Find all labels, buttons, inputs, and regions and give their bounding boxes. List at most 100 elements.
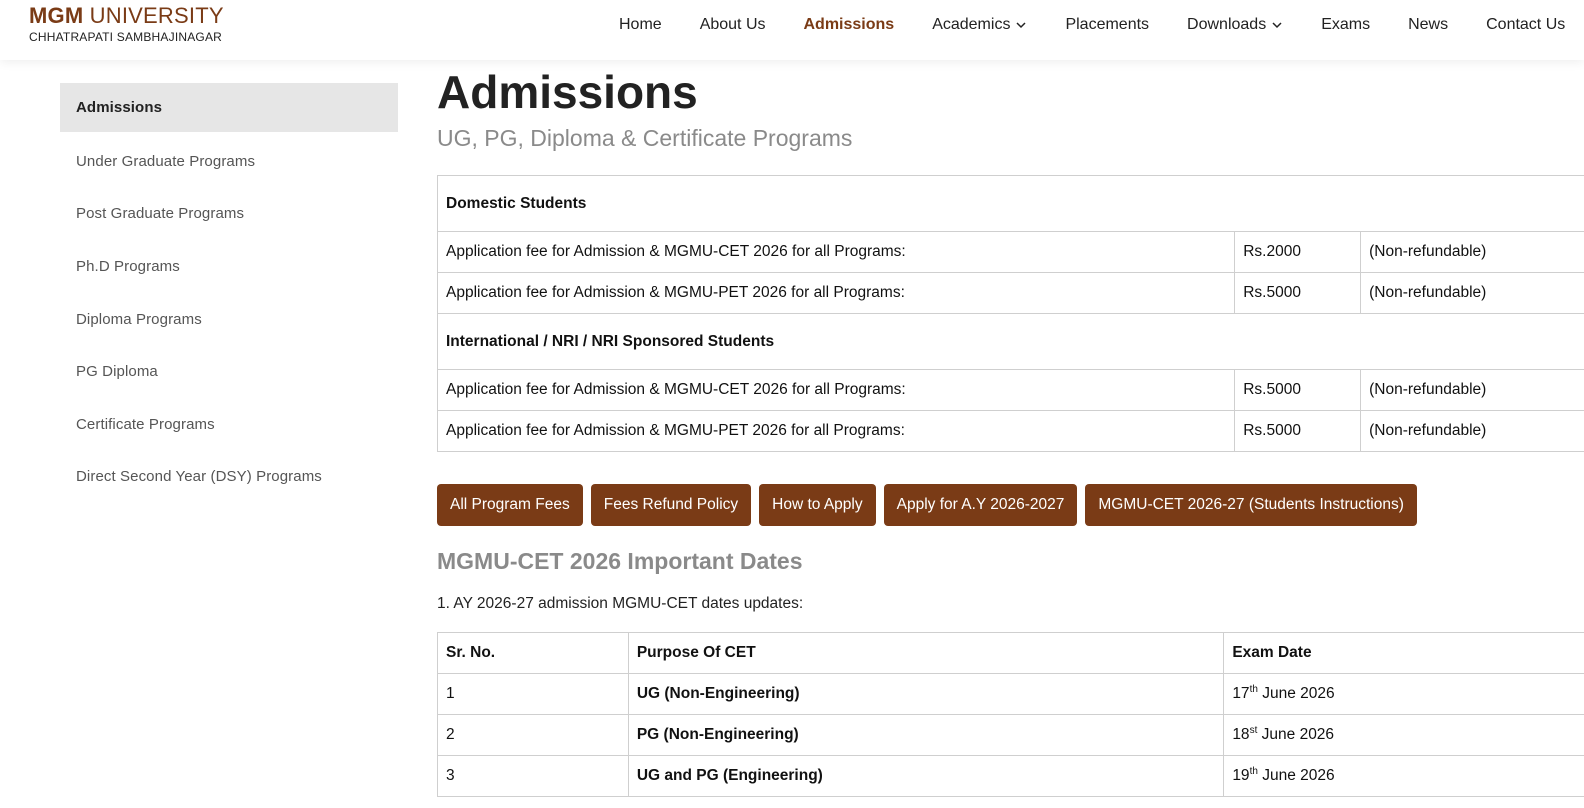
sidebar-item-label: Post Graduate Programs	[76, 205, 244, 222]
fee-label: Application fee for Admission & MGMU-PET…	[438, 411, 1235, 452]
nav-exams[interactable]: Exams	[1321, 16, 1370, 34]
fee-table: Domestic Students Application fee for Ad…	[437, 175, 1584, 452]
page-title: Admissions	[437, 64, 1584, 120]
day-suffix: th	[1250, 766, 1258, 777]
exam-month-year: June 2026	[1258, 685, 1335, 702]
fees-refund-policy-button[interactable]: Fees Refund Policy	[591, 484, 751, 526]
cet-dates-table: Sr. No. Purpose Of CET Exam Date 1 UG (N…	[437, 632, 1584, 797]
purpose: UG and PG (Engineering)	[628, 756, 1223, 797]
exam-day: 19	[1232, 767, 1249, 784]
nav-home[interactable]: Home	[619, 16, 662, 34]
action-buttons: All Program Fees Fees Refund Policy How …	[437, 484, 1584, 526]
nav-academics[interactable]: Academics	[932, 16, 1027, 34]
sidebar-item-label: PG Diploma	[76, 363, 158, 380]
purpose: PG (Non-Engineering)	[628, 715, 1223, 756]
exam-date: 18st June 2026	[1224, 715, 1584, 756]
nav-about-us-label: About Us	[700, 16, 766, 34]
sidebar-item-certificate[interactable]: Certificate Programs	[60, 398, 398, 451]
fee-section-heading: Domestic Students	[438, 176, 1584, 232]
table-row: 3 UG and PG (Engineering) 19th June 2026	[438, 756, 1584, 797]
chevron-down-icon	[1015, 19, 1027, 31]
header-purpose: Purpose Of CET	[628, 633, 1223, 674]
logo-rest: UNIVERSITY	[83, 3, 223, 28]
fee-note: (Non-refundable)	[1361, 232, 1584, 273]
nav-exams-label: Exams	[1321, 16, 1370, 34]
table-row: 1 UG (Non-Engineering) 17th June 2026	[438, 674, 1584, 715]
exam-day: 18	[1232, 726, 1249, 743]
nav-news-label: News	[1408, 16, 1448, 34]
apply-button[interactable]: Apply for A.Y 2026-2027	[884, 484, 1078, 526]
page-subtitle: UG, PG, Diploma & Certificate Programs	[437, 123, 1584, 153]
sidebar-item-label: Direct Second Year (DSY) Programs	[76, 468, 322, 485]
sr-no: 3	[438, 756, 629, 797]
how-to-apply-button[interactable]: How to Apply	[759, 484, 875, 526]
international-heading: International / NRI / NRI Sponsored Stud…	[438, 314, 1584, 370]
sidebar-item-dsy[interactable]: Direct Second Year (DSY) Programs	[60, 451, 398, 504]
fee-label: Application fee for Admission & MGMU-PET…	[438, 273, 1235, 314]
exam-month-year: June 2026	[1257, 726, 1334, 743]
fee-note: (Non-refundable)	[1361, 411, 1584, 452]
logo-bold: MGM	[29, 3, 83, 28]
purpose: UG (Non-Engineering)	[628, 674, 1223, 715]
domestic-heading: Domestic Students	[438, 176, 1584, 232]
nav-contact-us-label: Contact Us	[1486, 16, 1565, 34]
all-program-fees-button[interactable]: All Program Fees	[437, 484, 583, 526]
header-exam-date: Exam Date	[1224, 633, 1584, 674]
fee-amount: Rs.5000	[1235, 370, 1361, 411]
page: MGM UNIVERSITY CHHATRAPATI SAMBHAJINAGAR…	[0, 0, 1584, 808]
nav-home-label: Home	[619, 16, 662, 34]
fee-label: Application fee for Admission & MGMU-CET…	[438, 232, 1235, 273]
sr-no: 2	[438, 715, 629, 756]
logo-title: MGM UNIVERSITY	[29, 4, 224, 28]
cet-instructions-button[interactable]: MGMU-CET 2026-27 (Students Instructions)	[1085, 484, 1417, 526]
nav-academics-label: Academics	[932, 16, 1010, 34]
dates-note: 1. AY 2026-27 admission MGMU-CET dates u…	[437, 594, 1584, 614]
fee-label: Application fee for Admission & MGMU-CET…	[438, 370, 1235, 411]
site-logo[interactable]: MGM UNIVERSITY CHHATRAPATI SAMBHAJINAGAR	[29, 4, 224, 45]
sidebar-menu: Admissions Under Graduate Programs Post …	[60, 83, 398, 503]
logo-subtitle: CHHATRAPATI SAMBHAJINAGAR	[29, 30, 224, 45]
table-row: 2 PG (Non-Engineering) 18st June 2026	[438, 715, 1584, 756]
sidebar-item-admissions[interactable]: Admissions	[60, 83, 398, 132]
sidebar-item-label: Admissions	[76, 99, 162, 116]
fee-amount: Rs.5000	[1235, 273, 1361, 314]
table-row: Application fee for Admission & MGMU-CET…	[438, 370, 1584, 411]
sidebar-item-label: Diploma Programs	[76, 311, 202, 328]
nav-news[interactable]: News	[1408, 16, 1448, 34]
nav-downloads[interactable]: Downloads	[1187, 16, 1283, 34]
sidebar-item-label: Ph.D Programs	[76, 258, 180, 275]
table-row: Application fee for Admission & MGMU-PET…	[438, 411, 1584, 452]
nav-downloads-label: Downloads	[1187, 16, 1266, 34]
exam-date: 19th June 2026	[1224, 756, 1584, 797]
dates-section-title: MGMU-CET 2026 Important Dates	[437, 546, 1584, 576]
table-header-row: Sr. No. Purpose Of CET Exam Date	[438, 633, 1584, 674]
exam-date: 17th June 2026	[1224, 674, 1584, 715]
nav-placements[interactable]: Placements	[1065, 16, 1149, 34]
fee-amount: Rs.2000	[1235, 232, 1361, 273]
sidebar-item-label: Certificate Programs	[76, 416, 215, 433]
site-header: MGM UNIVERSITY CHHATRAPATI SAMBHAJINAGAR…	[0, 0, 1584, 60]
exam-day: 17	[1232, 685, 1249, 702]
sidebar-item-diploma[interactable]: Diploma Programs	[60, 293, 398, 346]
chevron-down-icon	[1271, 19, 1283, 31]
main-content: Admissions UG, PG, Diploma & Certificate…	[437, 64, 1584, 797]
day-suffix: th	[1250, 684, 1258, 695]
nav-placements-label: Placements	[1065, 16, 1149, 34]
sidebar-item-post-graduate[interactable]: Post Graduate Programs	[60, 188, 398, 241]
fee-note: (Non-refundable)	[1361, 273, 1584, 314]
nav-contact-us[interactable]: Contact Us	[1486, 16, 1565, 34]
nav-about-us[interactable]: About Us	[700, 16, 766, 34]
fee-section-heading: International / NRI / NRI Sponsored Stud…	[438, 314, 1584, 370]
sr-no: 1	[438, 674, 629, 715]
header-sr-no: Sr. No.	[438, 633, 629, 674]
nav-admissions[interactable]: Admissions	[804, 16, 895, 34]
sidebar-item-phd[interactable]: Ph.D Programs	[60, 240, 398, 293]
table-row: Application fee for Admission & MGMU-CET…	[438, 232, 1584, 273]
sidebar-item-pg-diploma[interactable]: PG Diploma	[60, 345, 398, 398]
fee-note: (Non-refundable)	[1361, 370, 1584, 411]
fee-amount: Rs.5000	[1235, 411, 1361, 452]
exam-month-year: June 2026	[1258, 767, 1335, 784]
main-nav: Home About Us Admissions Academics Place…	[619, 0, 1584, 50]
sidebar-item-label: Under Graduate Programs	[76, 153, 255, 170]
sidebar-item-under-graduate[interactable]: Under Graduate Programs	[60, 135, 398, 188]
